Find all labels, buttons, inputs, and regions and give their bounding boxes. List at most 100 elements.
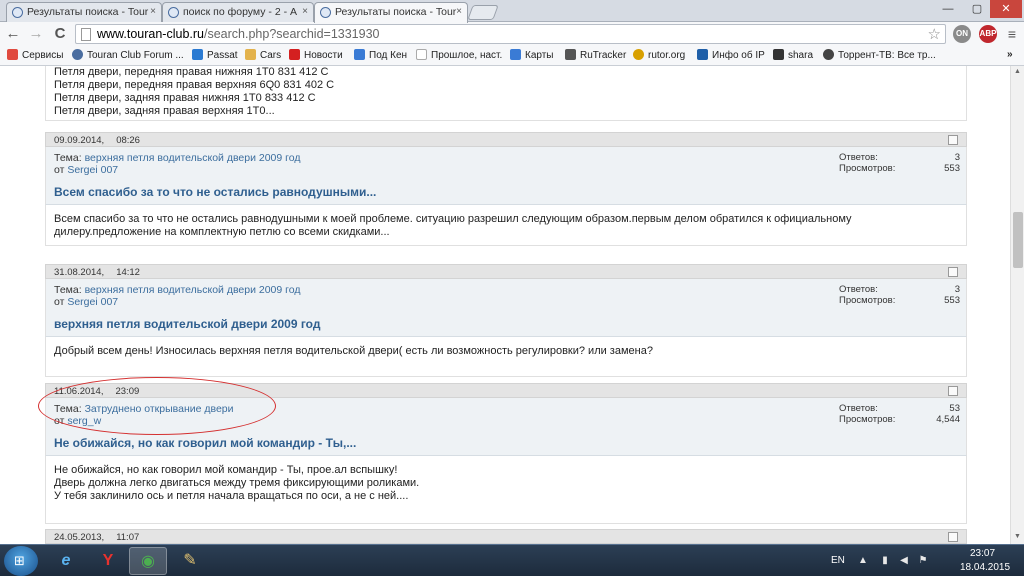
post-header: 31.08.2014, 14:12 [45,264,967,279]
browser-tab-1[interactable]: Результаты поиска - Tour × [6,2,162,22]
battery-icon[interactable]: ▮ [880,555,890,566]
bookmark-news[interactable]: Новости [289,49,343,61]
passat-icon [192,49,203,60]
tab-title: поиск по форуму - 2 - А [183,6,298,18]
close-window-button[interactable]: ✕ [990,0,1022,18]
back-arrow-icon[interactable]: ← [4,25,22,43]
paint-icon[interactable]: ✎ [171,547,209,575]
clock-time[interactable]: 23:07 [970,548,995,559]
maximize-button[interactable]: ▢ [964,0,990,18]
bookmark-star-icon[interactable]: ☆ [928,25,941,43]
author-link[interactable]: Sergei 007 [67,296,118,308]
select-post-checkbox[interactable] [948,135,958,145]
forward-arrow-icon[interactable]: → [27,25,45,43]
page-scrollbar[interactable]: ▲ ▼ [1010,66,1024,544]
post-time: 14:12 [116,267,140,278]
bookmark-passat[interactable]: Passat [192,49,238,61]
post-title-link[interactable]: Всем спасибо за то что не остались равно… [45,179,967,205]
browser-tab-2[interactable]: поиск по форуму - 2 - А × [162,2,314,22]
action-center-flag-icon[interactable]: ⚑ [918,555,928,566]
bookmark-torrent-tv[interactable]: Торрент-ТВ: Все тр... [823,49,936,61]
bookmark-rutor[interactable]: rutor.org [633,49,685,61]
topic-link[interactable]: верхняя петля водительской двери 2009 го… [85,152,301,164]
select-post-checkbox[interactable] [948,267,958,277]
post-header: 11.06.2014, 23:09 [45,383,967,398]
bookmark-rutracker[interactable]: RuTracker [565,49,626,61]
author-link[interactable]: serg_w [67,415,101,427]
bookmark-past[interactable]: Прошлое, наст. [416,49,502,61]
yandex-browser-icon[interactable]: Y [89,547,127,575]
bookmark-ip-info[interactable]: Инфо об IP [697,49,765,61]
chrome-icon[interactable]: ◉ [129,547,167,575]
post-title-link[interactable]: верхняя петля водительской двери 2009 го… [45,311,967,337]
bookmark-services[interactable]: Сервисы [7,49,63,61]
scrollbar-thumb[interactable] [1013,212,1023,268]
chrome-menu-icon[interactable]: ≡ [1003,25,1021,43]
topic-link[interactable]: Затруднено открывание двери [85,403,234,415]
address-bar[interactable]: www.touran-club.ru/search.php?searchid=1… [75,24,946,44]
post-date: 11.06.2014, [54,386,104,397]
topic-label: Тема: [54,152,82,164]
post-meta: Тема: верхняя петля водительской двери 2… [45,279,967,311]
ip-icon [697,49,708,60]
text-line: Петля двери, передняя правая нижняя 1T0 … [54,66,329,78]
close-tab-icon[interactable]: × [302,6,308,17]
post-stats: Ответов: 3 Просмотров: 553 [839,284,960,306]
author-label: от [54,296,65,308]
minimize-button[interactable]: — [934,0,962,18]
windows-taskbar: ⊞ e Y ◉ ✎ EN ▲ ▮ ◀ ⚑ 23:07 18.04.2015 [0,544,1024,576]
post-excerpt: Добрый всем день! Износилась верхняя пет… [45,337,967,377]
views-count: 553 [944,295,960,306]
extension-icon[interactable]: ON [953,25,971,43]
url-text[interactable]: www.touran-club.ru/search.php?searchid=1… [97,27,379,41]
vw-favicon-icon [12,7,23,18]
topic-link[interactable]: верхняя петля водительской двери 2009 го… [85,284,301,296]
close-tab-icon[interactable]: × [456,6,462,17]
post-excerpt: Не обижайся, но как говорил мой командир… [45,456,967,524]
post-header: 24.05.2013, 11:07 [45,529,967,544]
rutracker-icon [565,49,576,60]
show-hidden-icons-icon[interactable]: ▲ [858,555,868,566]
apps-grid-icon [7,49,18,60]
views-count: 553 [944,163,960,174]
post-date: 09.09.2014, [54,135,105,146]
reload-icon[interactable]: C [51,25,69,43]
maps-icon [510,49,521,60]
bookmark-cars[interactable]: Cars [245,49,281,61]
select-post-checkbox[interactable] [948,532,958,542]
author-link[interactable]: Sergei 007 [67,164,118,176]
post-title-link[interactable]: Не обижайся, но как говорил мой командир… [45,430,967,456]
post-header: 09.09.2014, 08:26 [45,132,967,147]
post-time: 23:09 [115,386,140,397]
post-stats: Ответов: 3 Просмотров: 553 [839,152,960,174]
close-tab-icon[interactable]: × [150,6,156,17]
clock-date[interactable]: 18.04.2015 [960,562,1010,573]
volume-icon[interactable]: ◀ [899,555,909,566]
bookmark-pod-ken[interactable]: Под Кен [354,49,407,61]
bookmark-touran-club[interactable]: Touran Club Forum ... [72,49,184,61]
post-date: 24.05.2013, [54,532,105,543]
new-tab-button[interactable] [467,5,499,20]
text-line: Всем спасибо за то что не остались равно… [54,213,852,225]
search-result-post: 31.08.2014, 14:12 Тема: верхняя петля вод… [45,264,967,377]
bookmarks-bar: Сервисы Touran Club Forum ... Passat Car… [0,46,1024,66]
bookmarks-overflow-chevron-icon[interactable]: » [1007,49,1013,60]
topic-label: Тема: [54,403,82,415]
bookmark-shara[interactable]: shara [773,49,813,61]
search-result-post: 09.09.2014, 08:26 Тема: верхняя петля вод… [45,132,967,246]
page-icon [81,28,91,41]
adblock-plus-icon[interactable]: ABP [979,25,997,43]
language-indicator[interactable]: EN [831,555,845,566]
select-post-checkbox[interactable] [948,386,958,396]
text-line: Петля двери, задняя правая верхняя 1T0..… [54,105,275,117]
bookmark-maps[interactable]: Карты [510,49,554,61]
text-line: дилеру.предложение на комплектную петлю … [54,226,390,238]
scroll-up-arrow-icon[interactable]: ▲ [1014,68,1021,75]
internet-explorer-icon[interactable]: e [47,547,85,575]
post-meta: Тема: верхняя петля водительской двери 2… [45,147,967,179]
folder-icon [245,49,256,60]
start-button[interactable]: ⊞ [4,546,38,576]
vw-favicon-icon [168,7,179,18]
browser-tab-3-active[interactable]: Результаты поиска - Tour × [314,2,468,23]
scroll-down-arrow-icon[interactable]: ▼ [1014,533,1021,540]
